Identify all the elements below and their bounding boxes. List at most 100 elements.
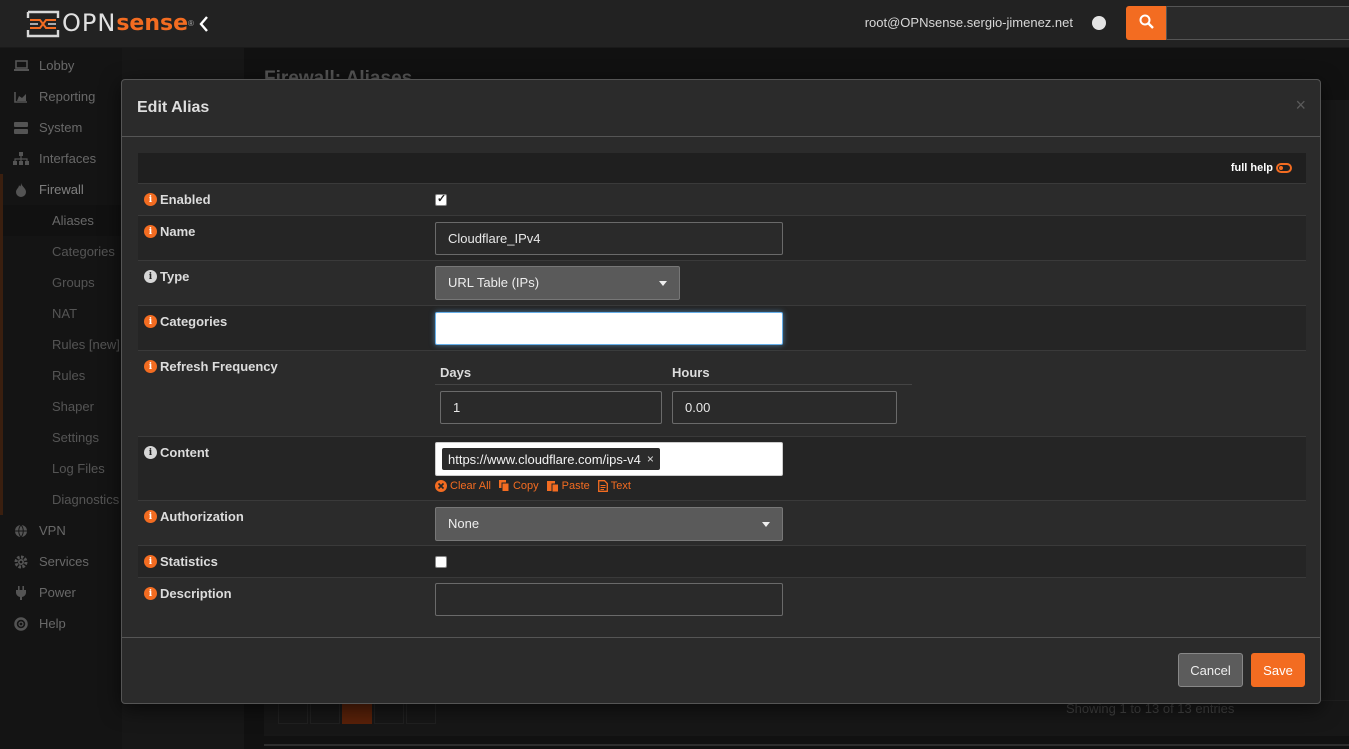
- modal-header: Edit Alias ×: [122, 80, 1320, 137]
- name-field: Cloudflare_IPv4: [435, 222, 783, 255]
- description-label: i Description: [144, 586, 232, 601]
- full-help-toggle[interactable]: full help: [1231, 162, 1292, 174]
- info-icon[interactable]: i: [144, 193, 157, 206]
- user-account-link[interactable]: root@OPNsense.sergio-jimenez.net: [865, 15, 1073, 30]
- type-select-value: URL Table (IPs): [448, 275, 540, 290]
- times-circle-icon: [435, 480, 447, 492]
- type-select[interactable]: URL Table (IPs): [435, 266, 680, 300]
- opnsense-logo[interactable]: OPN sense ®: [26, 8, 194, 38]
- refresh-field: Days Hours 1 0.00: [435, 357, 912, 424]
- help-row: full help: [138, 153, 1306, 184]
- modal-title: Edit Alias: [137, 99, 210, 116]
- edit-alias-dialog: Edit Alias × full help i Enabled i Name: [121, 79, 1321, 704]
- content-tag-input[interactable]: https://www.cloudflare.com/ips-v4 ×: [435, 442, 783, 476]
- hours-header: Hours: [672, 365, 710, 380]
- name-input[interactable]: Cloudflare_IPv4: [435, 222, 783, 255]
- content-field: https://www.cloudflare.com/ips-v4 × Clea…: [435, 442, 783, 492]
- top-bar: OPN sense ® root@OPNsense.sergio-jimenez…: [0, 0, 1349, 48]
- chevron-left-icon[interactable]: [198, 14, 214, 36]
- type-label: i Type: [144, 269, 189, 284]
- statistics-checkbox[interactable]: [435, 556, 447, 568]
- authorization-field: None: [435, 507, 783, 541]
- days-input[interactable]: 1: [440, 391, 662, 424]
- clear-all-button[interactable]: Clear All: [435, 480, 491, 492]
- paste-button[interactable]: Paste: [546, 480, 590, 492]
- cancel-button[interactable]: Cancel: [1178, 653, 1243, 687]
- name-label-text: Name: [160, 224, 196, 239]
- content-tag-text: https://www.cloudflare.com/ips-v4: [448, 451, 641, 467]
- refresh-label-text: Refresh Frequency: [160, 359, 278, 374]
- info-icon[interactable]: i: [144, 446, 157, 459]
- statistics-label: i Statistics: [144, 554, 218, 569]
- file-text-icon: [597, 480, 608, 492]
- search-input[interactable]: [1166, 6, 1349, 40]
- description-label-text: Description: [160, 586, 232, 601]
- row-type: i Type URL Table (IPs): [138, 261, 1306, 306]
- name-label: i Name: [144, 224, 195, 239]
- categories-label-text: Categories: [160, 314, 228, 329]
- content-label: i Content: [144, 445, 209, 460]
- content-label-text: Content: [160, 445, 210, 460]
- logo-registered-mark: ®: [188, 18, 194, 28]
- categories-label: i Categories: [144, 314, 227, 329]
- refresh-label: i Refresh Frequency: [144, 359, 278, 374]
- search-button[interactable]: [1126, 6, 1166, 40]
- authorization-select[interactable]: None: [435, 507, 783, 541]
- info-icon[interactable]: i: [144, 587, 157, 600]
- copy-icon: [498, 480, 510, 492]
- paste-label: Paste: [561, 480, 590, 492]
- statistics-field: [435, 556, 447, 568]
- authorization-select-value: None: [448, 516, 480, 531]
- search-icon: [1139, 14, 1154, 32]
- row-categories: i Categories: [138, 306, 1306, 351]
- tag-remove-icon[interactable]: ×: [647, 452, 654, 466]
- categories-field: [435, 312, 783, 345]
- refresh-header: Days Hours: [435, 357, 912, 385]
- row-content: i Content https://www.cloudflare.com/ips…: [138, 437, 1306, 501]
- enabled-label-text: Enabled: [160, 192, 211, 207]
- alias-form: full help i Enabled i Name Cloudflare_IP…: [138, 153, 1306, 623]
- row-description: i Description: [138, 578, 1306, 623]
- text-button[interactable]: Text: [597, 480, 631, 492]
- type-field: URL Table (IPs): [435, 266, 680, 300]
- enabled-field: [435, 192, 447, 206]
- caret-down-icon: [659, 281, 667, 286]
- copy-label: Copy: [512, 480, 539, 492]
- statistics-label-text: Statistics: [160, 554, 218, 569]
- enabled-checkbox[interactable]: [435, 192, 447, 206]
- authorization-label: i Authorization: [144, 509, 244, 524]
- modal-footer: Cancel Save: [122, 637, 1320, 703]
- info-icon[interactable]: i: [144, 360, 157, 373]
- close-icon[interactable]: ×: [1295, 95, 1306, 116]
- enabled-label: i Enabled: [144, 192, 211, 207]
- info-icon[interactable]: i: [144, 270, 157, 283]
- toggle-icon: [1276, 163, 1292, 173]
- days-header: Days: [440, 365, 472, 380]
- text-label: Text: [610, 480, 631, 492]
- categories-input[interactable]: [435, 312, 783, 345]
- row-name: i Name Cloudflare_IPv4: [138, 216, 1306, 261]
- save-button[interactable]: Save: [1251, 653, 1305, 687]
- logo-opn-text: OPN: [62, 9, 117, 37]
- full-help-label: full help: [1230, 162, 1273, 174]
- authorization-label-text: Authorization: [160, 509, 244, 524]
- description-field: [435, 583, 783, 616]
- content-actions: Clear All Copy Paste Text: [435, 480, 783, 492]
- caret-down-icon: [762, 522, 770, 527]
- info-icon[interactable]: i: [144, 225, 157, 238]
- description-input[interactable]: [435, 583, 783, 616]
- info-icon[interactable]: i: [144, 555, 157, 568]
- logo-mark-icon: [26, 10, 60, 38]
- clear-all-label: Clear All: [450, 480, 491, 492]
- row-statistics: i Statistics: [138, 546, 1306, 578]
- row-enabled: i Enabled: [138, 184, 1306, 216]
- content-tag: https://www.cloudflare.com/ips-v4 ×: [442, 448, 660, 470]
- copy-button[interactable]: Copy: [498, 480, 539, 492]
- row-refresh-frequency: i Refresh Frequency Days Hours 1 0.00: [138, 351, 1306, 437]
- hours-input[interactable]: 0.00: [672, 391, 897, 424]
- info-icon[interactable]: i: [144, 315, 157, 328]
- type-label-text: Type: [160, 269, 190, 284]
- status-indicator-icon[interactable]: [1092, 16, 1106, 30]
- info-icon[interactable]: i: [144, 510, 157, 523]
- row-authorization: i Authorization None: [138, 501, 1306, 546]
